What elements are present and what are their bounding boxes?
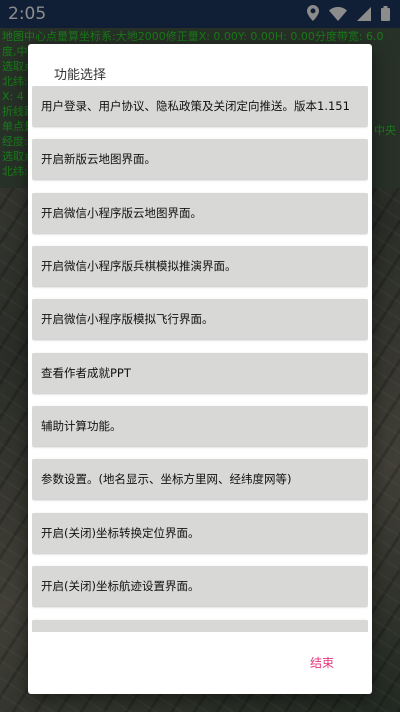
- option-author-ppt[interactable]: 查看作者成就PPT: [32, 353, 368, 393]
- option-partial[interactable]: [32, 620, 368, 632]
- option-list[interactable]: 用户登录、用户协议、隐私政策及关闭定向推送。版本1.151 开启新版云地图界面。…: [32, 86, 368, 632]
- function-select-dialog: 功能选择 用户登录、用户协议、隐私政策及关闭定向推送。版本1.151 开启新版云…: [28, 44, 372, 694]
- option-new-cloud-map[interactable]: 开启新版云地图界面。: [32, 139, 368, 179]
- option-wechat-wargame[interactable]: 开启微信小程序版兵棋模拟推演界面。: [32, 246, 368, 286]
- option-user-login[interactable]: 用户登录、用户协议、隐私政策及关闭定向推送。版本1.151: [32, 86, 368, 126]
- option-coord-track[interactable]: 开启(关闭)坐标航迹设置界面。: [32, 566, 368, 606]
- dialog-title: 功能选择: [54, 68, 107, 83]
- option-settings[interactable]: 参数设置。(地名显示、坐标方里网、经纬度网等): [32, 459, 368, 499]
- option-calc-assist[interactable]: 辅助计算功能。: [32, 406, 368, 446]
- option-wechat-flight-sim[interactable]: 开启微信小程序版模拟飞行界面。: [32, 299, 368, 339]
- option-wechat-cloud-map[interactable]: 开启微信小程序版云地图界面。: [32, 193, 368, 233]
- option-coord-convert[interactable]: 开启(关闭)坐标转换定位界面。: [32, 513, 368, 553]
- end-button[interactable]: 结束: [310, 654, 334, 671]
